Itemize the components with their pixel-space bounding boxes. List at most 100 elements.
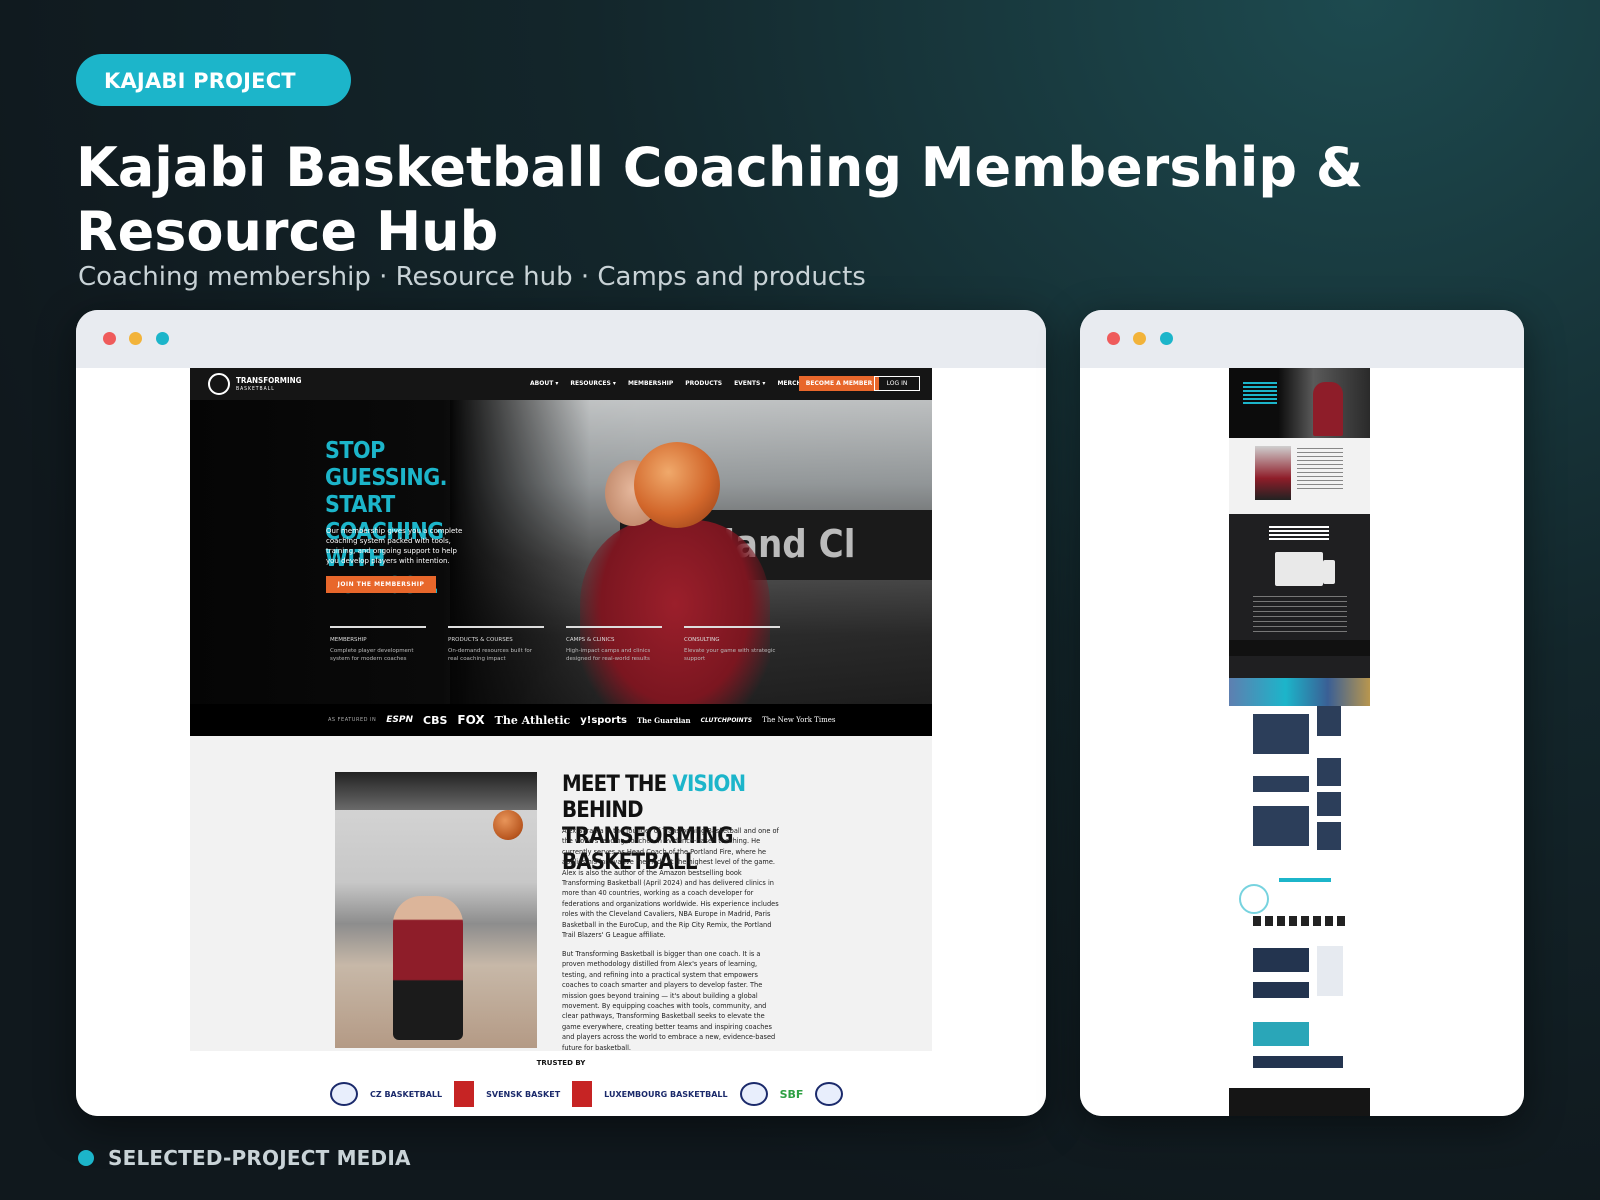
nyt-logo: The New York Times [762, 716, 836, 724]
thumb-banner [1229, 640, 1370, 656]
card-title: PRODUCTS & COURSES [448, 637, 513, 643]
status-dot-icon [78, 1150, 94, 1166]
side-browser-window [1080, 310, 1524, 1116]
coach-photo [335, 772, 537, 1048]
nav-item-membership[interactable]: MEMBERSHIP [628, 380, 673, 387]
trusted-logos: CZ BASKETBALL SVENSK BASKET LUXEMBOURG B… [330, 1081, 844, 1107]
thumb-product-card [1317, 758, 1341, 786]
login-button[interactable]: LOG IN [874, 376, 920, 391]
cbs-logo: CBS [423, 713, 448, 727]
coach-figure [580, 520, 770, 730]
thumb-vision-photo [1255, 446, 1291, 500]
project-tag: KAJABI PROJECT [76, 54, 351, 106]
hero-description: Our membership gives you a complete coac… [326, 527, 463, 565]
thumb-product-block [1253, 806, 1309, 846]
photo-stands [335, 772, 537, 810]
club-badge-logo [739, 1082, 768, 1106]
thumb-results [1229, 856, 1370, 938]
featured-label: AS FEATURED IN [328, 717, 377, 723]
vision-heading-pre: MEET THE [562, 772, 673, 797]
close-dot-icon [103, 332, 116, 345]
thumb-laptop-mockup [1275, 552, 1323, 586]
nav-item-resources[interactable]: RESOURCES ▾ [570, 380, 616, 387]
nav-item-merch[interactable]: MERCH [777, 380, 801, 387]
nav-item-about[interactable]: ABOUT ▾ [530, 380, 558, 387]
thumb-side-panel [1317, 946, 1343, 996]
thumb-blog-row [1253, 982, 1309, 998]
development-badge-logo [330, 1082, 358, 1106]
featured-logos: AS FEATURED IN ESPN CBS FOX The Athletic… [328, 704, 835, 736]
photo-coach-figure [393, 896, 463, 1040]
basketball-icon [634, 442, 720, 528]
espn-logo: ESPN [386, 715, 414, 725]
page-subtitle: Coaching membership · Resource hub · Cam… [78, 262, 866, 292]
thumb-product-card [1317, 792, 1341, 816]
join-membership-button[interactable]: JOIN THE MEMBERSHIP [326, 576, 436, 593]
photo-basketball-icon [493, 810, 523, 840]
yahoo-sports-logo: y!sports [580, 714, 627, 726]
card-membership[interactable]: MEMBERSHIP Complete player development sy… [330, 626, 426, 663]
thumb-hero [1229, 368, 1370, 438]
logo-ball-icon [208, 373, 230, 395]
thumb-product-block [1253, 714, 1309, 754]
window-content: TRANSFORMING BASKETBALL ABOUT ▾ RESOURCE… [76, 368, 1046, 1116]
card-consulting[interactable]: CONSULTING Elevate your game with strateg… [684, 626, 780, 663]
thumb-press-logos [1253, 916, 1349, 926]
thumb-vision-text [1297, 448, 1343, 492]
cz-basketball-logo: CZ BASKETBALL [370, 1089, 443, 1099]
nav-item-events[interactable]: EVENTS ▾ [734, 380, 765, 387]
card-products-courses[interactable]: PRODUCTS & COURSES On-demand resources bu… [448, 626, 544, 663]
vision-paragraph-1: Alex Sarama is the founder of Transformi… [562, 827, 779, 940]
website-screenshot: TRANSFORMING BASKETBALL ABOUT ▾ RESOURCE… [190, 368, 932, 1116]
thumb-accent-bar [1279, 878, 1331, 882]
minimize-dot-icon [129, 332, 142, 345]
fox-logo: FOX [457, 713, 485, 727]
become-member-button[interactable]: BECOME A MEMBER [799, 376, 879, 391]
logo-sub-text: BASKETBALL [236, 386, 275, 392]
trusted-by-label: TRUSTED BY [536, 1059, 586, 1067]
card-title: CAMPS & CLINICS [566, 637, 615, 643]
thumb-products [1229, 706, 1370, 856]
maximize-dot-icon [156, 332, 169, 345]
card-text: Elevate your game with strategic support [684, 648, 776, 662]
luxembourg-basketball-logo: LUXEMBOURG BASKETBALL [604, 1089, 728, 1099]
card-title: CONSULTING [684, 637, 720, 643]
window-content [1080, 368, 1524, 1116]
nav-item-products[interactable]: PRODUCTS [685, 380, 722, 387]
the-guardian-logo: The Guardian [636, 715, 691, 725]
thumb-court-image [1229, 678, 1370, 706]
thumb-cta-banner [1253, 1056, 1343, 1068]
site-logo[interactable]: TRANSFORMING BASKETBALL [236, 377, 302, 393]
thumb-logo-ring [1239, 884, 1269, 914]
vision-heading-accent: VISION [672, 772, 746, 797]
close-dot-icon [1107, 332, 1120, 345]
minimize-dot-icon [1133, 332, 1146, 345]
full-page-thumbnail[interactable] [1229, 368, 1370, 1116]
thumb-section-heading [1269, 526, 1329, 540]
thumb-hero-headline [1243, 382, 1277, 404]
thumb-product-row [1253, 776, 1309, 792]
logo-main-text: TRANSFORMING [236, 376, 302, 385]
thumb-product-card [1317, 706, 1341, 736]
card-text: High-impact camps and clinics designed f… [566, 648, 651, 662]
clutchpoints-logo: CLUTCHPOINTS [700, 716, 753, 724]
vision-section: MEET THE VISION BEHIND TRANSFORMING BASK… [190, 736, 932, 1052]
thumb-shop-block [1253, 948, 1309, 972]
thumb-vision [1229, 438, 1370, 514]
dbb-logo [572, 1081, 593, 1107]
thumb-footer [1229, 1088, 1370, 1116]
nav-links: ABOUT ▾ RESOURCES ▾ MEMBERSHIP PRODUCTS … [530, 380, 802, 387]
card-title: MEMBERSHIP [330, 637, 367, 643]
vision-paragraph-2: But Transforming Basketball is bigger th… [562, 950, 776, 1052]
card-camps-clinics[interactable]: CAMPS & CLINICS High-impact camps and cli… [566, 626, 662, 663]
window-titlebar [76, 310, 1046, 368]
thumb-shop-and-blog [1229, 938, 1370, 1088]
the-athletic-logo: The Athletic [494, 713, 571, 727]
trusted-by-section: TRUSTED BY CZ BASKETBALL SVENSK BASKET L… [190, 1051, 932, 1116]
thumb-hero-coach [1313, 382, 1343, 436]
thumb-product-card [1317, 822, 1341, 850]
kkd-badge-logo [815, 1082, 844, 1106]
svensk-basket-logo: SVENSK BASKET [486, 1089, 561, 1099]
maximize-dot-icon [1160, 332, 1173, 345]
thumb-team-photo [1253, 1022, 1309, 1046]
